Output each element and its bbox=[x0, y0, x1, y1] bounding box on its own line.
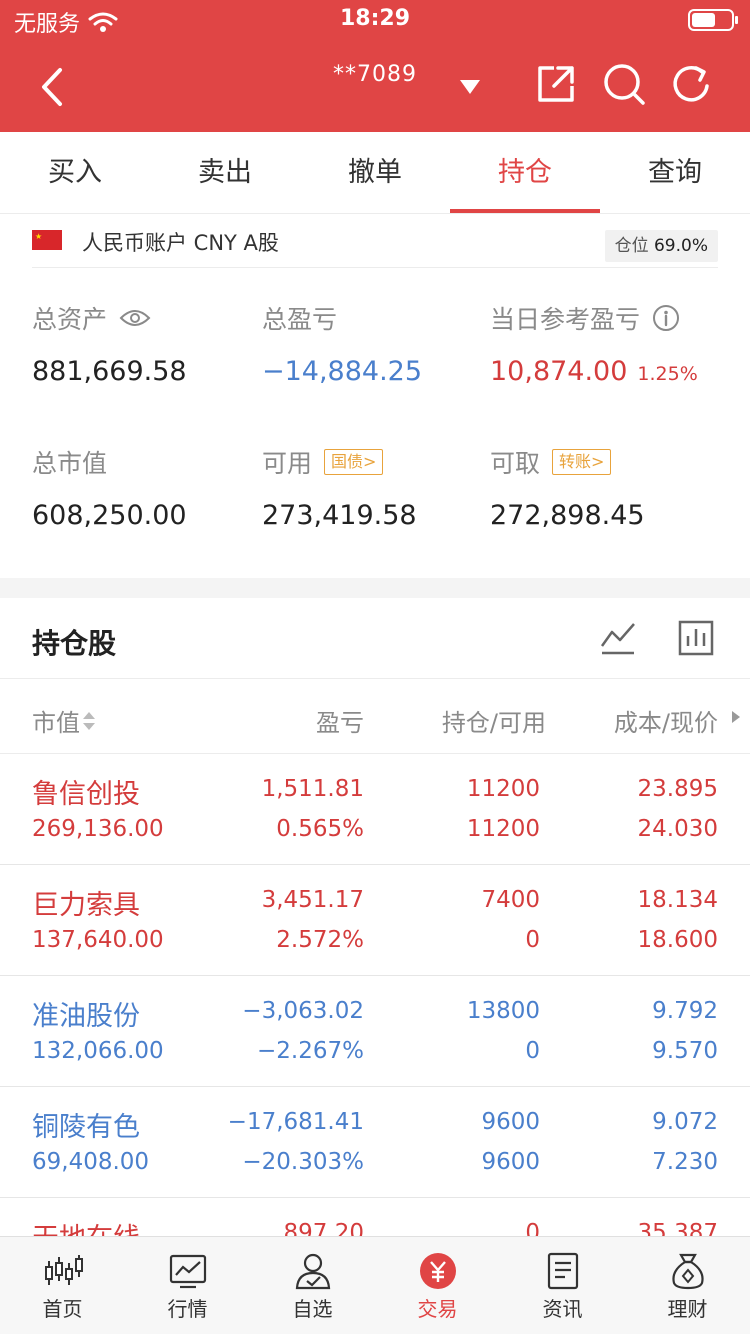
header: 无服务 18:29 **7089 bbox=[0, 0, 750, 132]
withdrawable-funds: 可取 转账> 272,898.45 bbox=[490, 449, 645, 531]
stock-price: 24.030 bbox=[637, 816, 718, 842]
candlestick-icon bbox=[44, 1255, 83, 1285]
nav-home[interactable]: 首页 bbox=[0, 1237, 125, 1334]
stock-cost: 23.895 bbox=[637, 776, 718, 802]
stock-name: 巨力索具 bbox=[32, 890, 140, 921]
refresh-icon[interactable] bbox=[670, 62, 714, 106]
trade-tabs: 买入 卖出 撤单 持仓 查询 bbox=[0, 132, 750, 214]
total-assets: 总资产 881,669.58 bbox=[32, 305, 187, 387]
tab-positions[interactable]: 持仓 bbox=[450, 132, 600, 213]
stock-name: 鲁信创投 bbox=[32, 779, 140, 810]
col-position[interactable]: 持仓/可用 bbox=[442, 703, 546, 738]
bottom-nav: 首页 行情 自选 交易 资讯 理财 bbox=[0, 1236, 750, 1334]
col-cost-price[interactable]: 成本/现价 bbox=[614, 703, 718, 738]
stock-pnl: −3,063.02 bbox=[242, 998, 364, 1024]
table-row[interactable]: 巨力索具 137,640.00 3,451.17 2.572% 7400 0 18.134 1… bbox=[0, 865, 750, 976]
yuan-icon bbox=[419, 1253, 456, 1289]
nav-watchlist[interactable]: 自选 bbox=[250, 1237, 375, 1334]
stock-market-value: 132,066.00 bbox=[32, 1038, 164, 1064]
holdings-column-header: 市值 盈亏 持仓/可用 成本/现价 bbox=[0, 678, 750, 754]
stock-position: 9600 bbox=[481, 1109, 540, 1135]
daily-pnl: 当日参考盈亏 10,874.00 1.25% bbox=[490, 304, 698, 387]
stock-available: 11200 bbox=[466, 816, 540, 842]
clock: 18:29 bbox=[339, 6, 411, 31]
table-row[interactable]: 天地在线897.20035.387 bbox=[0, 1198, 750, 1238]
status-bar: 无服务 18:29 bbox=[0, 0, 750, 40]
nav-news[interactable]: 资讯 bbox=[500, 1237, 625, 1334]
position-ratio-badge: 仓位 69.0% bbox=[604, 230, 718, 262]
account-summary: ★ 人民币账户 CNY A股 仓位 69.0% 总资产 881,669.58 总… bbox=[0, 214, 750, 578]
bar-chart-icon[interactable] bbox=[678, 620, 714, 656]
info-icon[interactable] bbox=[652, 304, 680, 332]
search-icon[interactable] bbox=[602, 62, 646, 106]
china-flag-icon: ★ bbox=[32, 230, 62, 250]
table-row[interactable]: 铜陵有色 69,408.00 −17,681.41 −20.303% 9600 9600 9… bbox=[0, 1087, 750, 1198]
tab-cancel[interactable]: 撤单 bbox=[300, 132, 450, 213]
stock-position: 7400 bbox=[481, 887, 540, 913]
navbar: **7089 bbox=[0, 40, 750, 132]
stock-name: 准油股份 bbox=[32, 1001, 140, 1032]
document-icon bbox=[547, 1252, 578, 1290]
sort-icon[interactable] bbox=[82, 710, 96, 732]
stock-pnl-pct: −2.267% bbox=[257, 1038, 364, 1064]
stock-available: 0 bbox=[525, 927, 540, 953]
available-funds: 可用 国债> 273,419.58 bbox=[262, 449, 417, 531]
market-value: 总市值 608,250.00 bbox=[32, 449, 187, 531]
stock-price: 9.570 bbox=[652, 1038, 718, 1064]
tab-buy[interactable]: 买入 bbox=[0, 132, 150, 213]
user-check-icon bbox=[295, 1253, 330, 1290]
tab-sell[interactable]: 卖出 bbox=[150, 132, 300, 213]
table-row[interactable]: 鲁信创投 269,136.00 1,511.81 0.565% 11200 11200 23… bbox=[0, 754, 750, 865]
stock-cost: 9.792 bbox=[652, 998, 718, 1024]
holdings-title: 持仓股 bbox=[32, 627, 117, 660]
stock-pnl-pct: 0.565% bbox=[276, 816, 364, 842]
stock-name: 铜陵有色 bbox=[32, 1112, 140, 1143]
stock-pnl: 1,511.81 bbox=[261, 776, 364, 802]
stock-cost: 18.134 bbox=[637, 887, 718, 913]
battery-fill bbox=[692, 13, 715, 27]
account-row: ★ 人民币账户 CNY A股 仓位 69.0% bbox=[32, 214, 718, 268]
battery-icon bbox=[688, 9, 738, 31]
account-title: 人民币账户 CNY A股 bbox=[82, 231, 279, 255]
chart-icon bbox=[169, 1254, 206, 1289]
col-market-value[interactable]: 市值 bbox=[32, 703, 96, 738]
stock-available: 9600 bbox=[481, 1149, 540, 1175]
tab-query[interactable]: 查询 bbox=[600, 132, 750, 213]
nav-wealth[interactable]: 理财 bbox=[625, 1237, 750, 1334]
stock-available: 0 bbox=[525, 1038, 540, 1064]
stock-pnl: 3,451.17 bbox=[261, 887, 364, 913]
share-icon[interactable] bbox=[534, 62, 578, 106]
stock-position: 13800 bbox=[466, 998, 540, 1024]
chevron-right-icon[interactable] bbox=[730, 709, 742, 725]
stock-pnl-pct: 2.572% bbox=[276, 927, 364, 953]
table-row[interactable]: 准油股份 132,066.00 −3,063.02 −2.267% 13800 0 9.79… bbox=[0, 976, 750, 1087]
stock-price: 18.600 bbox=[637, 927, 718, 953]
holdings-section: 持仓股 市值 盈亏 持仓/可用 成本/现价 鲁信创投 269,136.00 1,51… bbox=[0, 598, 750, 1238]
stock-market-value: 69,408.00 bbox=[32, 1149, 150, 1175]
stock-market-value: 269,136.00 bbox=[32, 816, 164, 842]
stock-position: 11200 bbox=[466, 776, 540, 802]
treasury-bond-button[interactable]: 国债> bbox=[324, 449, 384, 475]
eye-icon[interactable] bbox=[119, 307, 151, 329]
line-chart-icon[interactable] bbox=[600, 620, 636, 656]
stock-cost: 9.072 bbox=[652, 1109, 718, 1135]
stock-pnl-pct: −20.303% bbox=[242, 1149, 364, 1175]
stock-pnl: −17,681.41 bbox=[227, 1109, 364, 1135]
nav-market[interactable]: 行情 bbox=[125, 1237, 250, 1334]
stock-price: 7.230 bbox=[652, 1149, 718, 1175]
transfer-button[interactable]: 转账> bbox=[552, 449, 612, 475]
caret-down-icon[interactable] bbox=[458, 76, 482, 98]
nav-trade[interactable]: 交易 bbox=[375, 1237, 500, 1334]
stock-market-value: 137,640.00 bbox=[32, 927, 164, 953]
money-bag-icon bbox=[671, 1253, 704, 1290]
col-pnl[interactable]: 盈亏 bbox=[316, 703, 364, 738]
total-pnl: 总盈亏 −14,884.25 bbox=[262, 305, 423, 387]
stock-name: 天地在线 bbox=[32, 1216, 140, 1238]
